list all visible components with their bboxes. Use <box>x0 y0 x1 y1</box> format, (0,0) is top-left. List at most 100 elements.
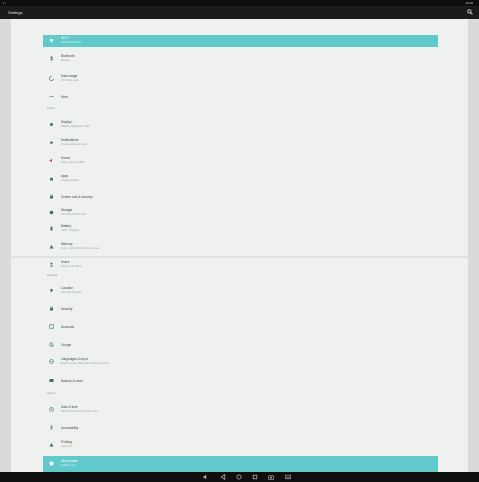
settings-item-notifications[interactable]: Notifications All apps allowed to send <box>43 137 438 149</box>
keyboard-icon[interactable] <box>285 474 291 480</box>
clock-icon <box>49 407 54 412</box>
user-icon <box>49 262 54 267</box>
navigation-bar <box>0 472 479 482</box>
item-title: Data usage <box>61 74 78 78</box>
settings-item-accounts[interactable]: Accounts <box>43 321 438 333</box>
item-title: Wi-Fi <box>61 36 69 40</box>
item-subtitle: GMT+00:00 Greenwich Mean Time <box>61 410 99 413</box>
item-subtitle: Ringer volume at 80% <box>61 161 85 164</box>
item-title: About tablet <box>61 459 79 463</box>
settings-item-location[interactable]: Location ON / High accuracy <box>43 285 438 297</box>
item-subtitle: Avg 1.1 GB of 2.0 GB memory used <box>61 247 100 250</box>
settings-item-wifi[interactable]: Wi-Fi Connected to Wi-Fi <box>43 35 438 47</box>
status-time: 12:00 <box>465 1 473 5</box>
accessibility-icon <box>50 425 53 430</box>
settings-item-bluetooth[interactable]: Bluetooth Disabled <box>43 53 438 65</box>
recents-icon[interactable] <box>252 474 258 480</box>
bell-icon <box>50 141 53 144</box>
settings-item-google[interactable]: Google <box>43 339 438 351</box>
item-subtitle: 100% - Charging <box>61 229 79 232</box>
settings-item-date-time[interactable]: Date & time GMT+00:00 Greenwich Mean Tim… <box>43 404 438 416</box>
location-icon <box>50 288 53 293</box>
section-header-device: Device <box>47 107 55 110</box>
search-icon[interactable] <box>467 9 473 15</box>
globe-icon <box>49 359 54 364</box>
settings-item-data-usage[interactable]: Data usage 0 B of data used <box>43 73 438 85</box>
settings-item-accessibility[interactable]: Accessibility <box>43 422 438 434</box>
item-subtitle: Adaptive brightness is OFF <box>61 125 90 128</box>
volume-icon <box>49 158 52 163</box>
section-header-system: System <box>47 392 56 395</box>
home-icon[interactable] <box>236 474 242 480</box>
item-title: More <box>61 95 69 99</box>
settings-item-apps[interactable]: Apps 22 apps installed <box>43 173 438 185</box>
security-lock-icon <box>50 306 53 311</box>
item-title: Battery <box>61 224 72 228</box>
item-subtitle: English (United States) and Android keyb… <box>61 362 110 365</box>
item-title: Users <box>61 260 70 264</box>
item-title: Backup & reset <box>61 379 83 383</box>
back-icon[interactable] <box>220 474 226 480</box>
item-title: Sound <box>61 156 71 160</box>
item-title: Accessibility <box>61 426 79 430</box>
item-title: Storage <box>61 208 73 212</box>
item-title: Printing <box>61 440 72 444</box>
settings-item-more[interactable]: More <box>43 91 438 103</box>
item-subtitle: 0 B of data used <box>61 79 79 82</box>
settings-item-about[interactable]: About tablet Android 7.1.2 <box>43 456 438 472</box>
bluetooth-icon <box>50 56 53 61</box>
item-subtitle: 22 apps installed <box>61 179 79 182</box>
item-title: Memory <box>61 242 73 246</box>
item-subtitle: 3.10 GB of 16 GB used <box>61 213 86 216</box>
status-left: ▪ ▪ <box>3 1 6 5</box>
battery-icon <box>50 226 53 231</box>
wifi-icon <box>49 39 54 43</box>
item-title: Google <box>61 343 72 347</box>
settings-item-memory[interactable]: Memory Avg 1.1 GB of 2.0 GB memory used <box>43 241 438 253</box>
settings-item-screen-lock[interactable]: Screen lock & security <box>43 191 438 203</box>
item-subtitle: Signed in as Owner <box>61 265 82 268</box>
account-icon <box>49 324 54 329</box>
settings-item-printing[interactable]: Printing 0 print jobs <box>43 439 438 451</box>
item-subtitle: Connected to Wi-Fi <box>61 41 82 44</box>
item-title: Accounts <box>61 325 75 329</box>
storage-icon <box>49 210 54 215</box>
info-icon <box>49 461 54 466</box>
item-title: Security <box>61 307 73 311</box>
item-title: Languages & input <box>61 357 88 361</box>
item-subtitle: Disabled <box>61 59 71 62</box>
settings-list[interactable]: Wi-Fi Connected to Wi-Fi Bluetooth Disab… <box>11 19 468 472</box>
settings-item-languages[interactable]: Languages & input English (United States… <box>43 356 438 368</box>
item-title: Date & time <box>61 405 78 409</box>
volume-down-icon[interactable] <box>202 474 208 480</box>
page-title: Settings <box>8 10 23 15</box>
settings-item-security[interactable]: Security <box>43 303 438 315</box>
camera-icon[interactable] <box>268 474 274 480</box>
section-header-personal: Personal <box>47 274 58 277</box>
item-title: Display <box>61 120 72 124</box>
settings-item-sound[interactable]: Sound Ringer volume at 80% <box>43 155 438 167</box>
android-icon <box>50 177 53 181</box>
settings-item-backup[interactable]: Backup & reset <box>43 375 438 387</box>
item-title: Location <box>61 286 74 290</box>
settings-item-battery[interactable]: Battery 100% - Charging <box>43 223 438 235</box>
data-usage-icon <box>49 76 54 81</box>
item-title: Screen lock & security <box>61 195 93 199</box>
settings-item-storage[interactable]: Storage 3.10 GB of 16 GB used <box>43 207 438 219</box>
backup-icon <box>49 379 54 382</box>
settings-item-users[interactable]: Users Signed in as Owner <box>43 259 438 271</box>
item-title: Notifications <box>61 138 79 142</box>
memory-icon <box>49 245 54 249</box>
item-title: Apps <box>61 174 69 178</box>
more-icon <box>49 96 54 97</box>
item-subtitle: All apps allowed to send <box>61 143 87 146</box>
brightness-icon <box>50 123 53 126</box>
lock-icon <box>50 194 53 199</box>
app-bar: Settings <box>0 6 479 19</box>
item-subtitle: ON / High accuracy <box>61 291 82 294</box>
item-subtitle: Android 7.1.2 <box>61 464 76 467</box>
item-subtitle: 0 print jobs <box>61 445 73 448</box>
print-icon <box>49 443 54 447</box>
item-title: Bluetooth <box>61 54 75 58</box>
settings-item-display[interactable]: Display Adaptive brightness is OFF <box>43 119 438 131</box>
